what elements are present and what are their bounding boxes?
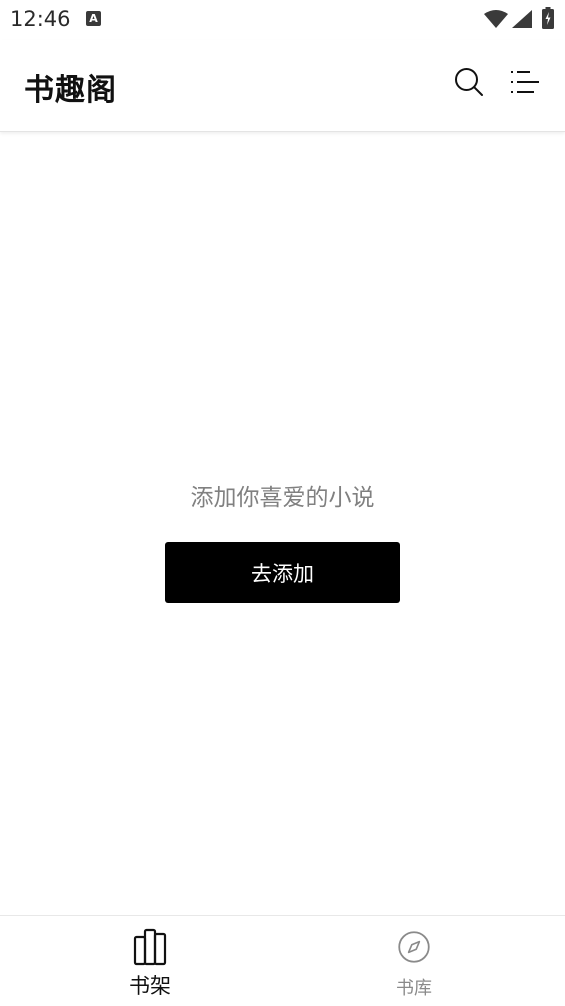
app-bar: 书趣阁 (0, 40, 565, 132)
status-bar: 12:46 A (0, 0, 565, 40)
bookshelf-icon (133, 928, 167, 966)
tab-library-label: 书库 (396, 978, 432, 999)
search-button[interactable] (449, 64, 489, 104)
bottom-nav: 书架 书库 (0, 915, 565, 1006)
search-icon (454, 67, 484, 101)
menu-list-icon (510, 69, 540, 99)
compass-icon (397, 928, 431, 966)
battery-charging-icon (542, 7, 554, 33)
wifi-icon (483, 9, 509, 33)
tab-bookshelf-label: 书架 (129, 974, 171, 998)
screen: 12:46 A 书趣阁 添加你喜爱的小说 去添加 书架 书库 (0, 0, 565, 1006)
tab-bookshelf[interactable]: 书架 (50, 916, 250, 1006)
app-title: 书趣阁 (24, 73, 117, 108)
status-time: 12:46 (10, 7, 71, 31)
signal-icon (511, 9, 533, 33)
empty-state-message: 添加你喜爱的小说 (190, 485, 375, 511)
add-novel-button[interactable]: 去添加 (165, 542, 400, 603)
menu-button[interactable] (505, 64, 545, 104)
notification-icon: A (86, 11, 101, 26)
tab-library[interactable]: 书库 (314, 916, 514, 1006)
